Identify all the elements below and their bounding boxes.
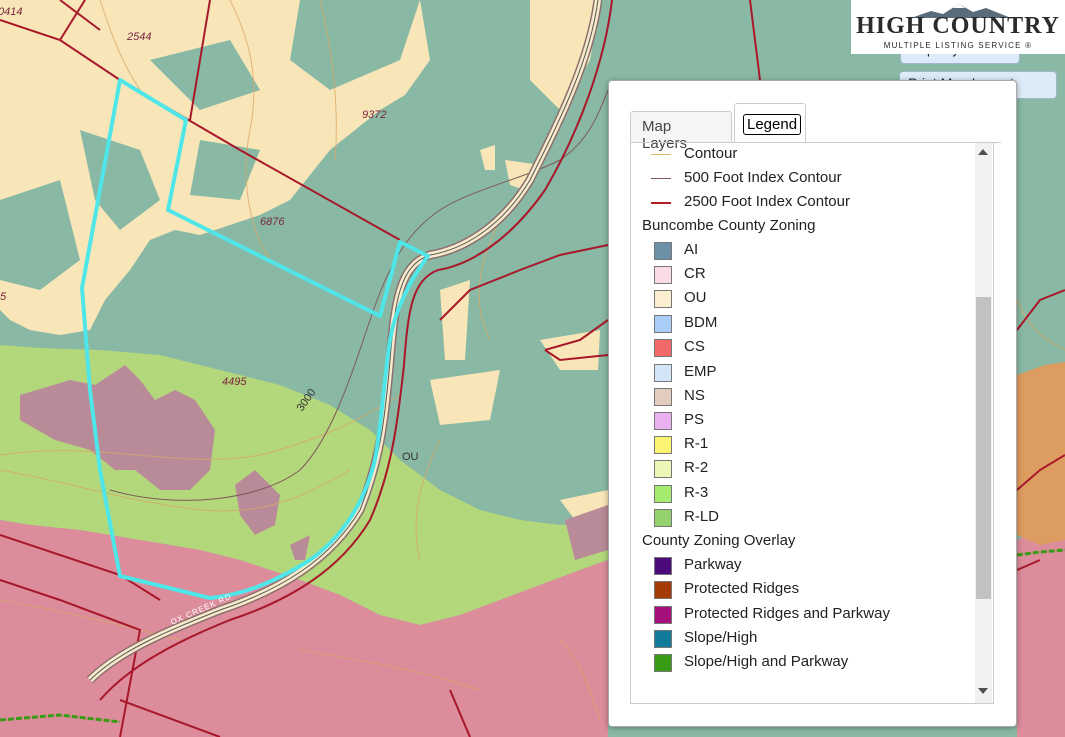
- legend-list-container[interactable]: Contour 500 Foot Index Contour 2500 Foot…: [630, 143, 994, 704]
- scroll-down-arrow-icon[interactable]: [978, 688, 988, 694]
- legend-item-label: R-1: [684, 435, 709, 452]
- legend-item-500-contour: 500 Foot Index Contour: [631, 167, 971, 191]
- scrollbar-thumb[interactable]: [976, 297, 991, 599]
- color-swatch: [654, 630, 672, 648]
- color-swatch: [654, 339, 672, 357]
- color-swatch: [654, 315, 672, 333]
- color-swatch: [654, 606, 672, 624]
- tab-map-layers[interactable]: Map Layers: [630, 111, 732, 152]
- legend-item-label: CS: [684, 338, 705, 355]
- parcel-label: 6876: [260, 216, 285, 228]
- legend-item-2500-contour: 2500 Foot Index Contour: [631, 191, 971, 215]
- legend-item-cr: CR: [631, 263, 971, 287]
- color-swatch: [654, 654, 672, 672]
- buncombe-zoning-header: Buncombe County Zoning: [642, 217, 816, 234]
- color-swatch: [654, 460, 672, 478]
- color-swatch: [654, 485, 672, 503]
- legend-item-slope-high-parkway: Slope/High and Parkway: [631, 651, 971, 675]
- legend-item-r3: R-3: [631, 482, 971, 506]
- ou-patch: [440, 280, 470, 360]
- parcel-label: 0414: [0, 6, 22, 18]
- legend-item-label: R-3: [684, 484, 709, 501]
- legend-item-label: Slope/High: [684, 629, 758, 646]
- legend-item-ps: PS: [631, 409, 971, 433]
- color-swatch: [654, 412, 672, 430]
- legend-item-ns: NS: [631, 385, 971, 409]
- legend-item-label: AI: [684, 241, 699, 258]
- legend-item-r2: R-2: [631, 457, 971, 481]
- legend-item-label: Protected Ridges and Parkway: [684, 605, 890, 622]
- parcel-label: 9372: [362, 109, 386, 121]
- legend-item-label: Parkway: [684, 556, 742, 573]
- color-swatch: [654, 290, 672, 308]
- legend-item-ou: OU: [631, 287, 971, 311]
- legend-item-rld: R-LD: [631, 506, 971, 530]
- legend-item-bdm: BDM: [631, 312, 971, 336]
- legend-item-label: BDM: [684, 314, 718, 331]
- legend-item-ai: AI: [631, 239, 971, 263]
- color-swatch: [654, 388, 672, 406]
- legend-item-cs: CS: [631, 336, 971, 360]
- parcel-label: 5: [0, 291, 7, 303]
- color-swatch: [654, 364, 672, 382]
- legend-item-label: Contour: [684, 145, 738, 162]
- map-legend-panel: Map Layers Legend Contour 500 Foot Index…: [608, 80, 1017, 727]
- contour-line-icon: [651, 154, 671, 155]
- color-swatch: [654, 581, 672, 599]
- legend-item-label: 500 Foot Index Contour: [684, 169, 842, 186]
- orange-zone-area: [1017, 362, 1065, 545]
- color-swatch: [654, 242, 672, 260]
- parcel-label: 2544: [126, 31, 151, 43]
- residential-zone-area: [1017, 525, 1065, 737]
- legend-item-protected-ridges-parkway: Protected Ridges and Parkway: [631, 603, 971, 627]
- color-swatch: [654, 436, 672, 454]
- color-swatch: [654, 266, 672, 284]
- legend-item-contour: Contour: [631, 143, 971, 167]
- major-contour-line-icon: [651, 202, 671, 204]
- legend-item-label: Slope/High and Parkway: [684, 653, 849, 670]
- legend-item-label: PS: [684, 411, 705, 428]
- color-swatch: [654, 557, 672, 575]
- zone-label: OU: [402, 451, 419, 463]
- legend-item-parkway: Parkway: [631, 554, 971, 578]
- high-country-mls-logo: HIGH COUNTRY MULTIPLE LISTING SERVICE ®: [851, 0, 1065, 54]
- legend-item-label: CR: [684, 265, 706, 282]
- legend-item-label: R-2: [684, 459, 709, 476]
- parcel-label: 4495: [222, 376, 247, 388]
- logo-subtitle: MULTIPLE LISTING SERVICE ®: [883, 41, 1033, 50]
- legend-item-label: 2500 Foot Index Contour: [684, 193, 850, 210]
- index-contour-line-icon: [651, 178, 671, 179]
- legend-scrollbar[interactable]: [975, 143, 992, 703]
- legend-item-label: EMP: [684, 363, 717, 380]
- legend-item-emp: EMP: [631, 361, 971, 385]
- legend-item-r1: R-1: [631, 433, 971, 457]
- legend-item-label: R-LD: [684, 508, 720, 525]
- legend-item-protected-ridges: Protected Ridges: [631, 578, 971, 602]
- tab-legend[interactable]: Legend: [734, 103, 806, 143]
- scroll-up-arrow-icon[interactable]: [978, 149, 988, 155]
- legend-item-label: NS: [684, 387, 705, 404]
- logo-title: HIGH COUNTRY: [856, 13, 1060, 39]
- legend-item-slope-high: Slope/High: [631, 627, 971, 651]
- zoning-overlay-header: County Zoning Overlay: [642, 532, 796, 549]
- tab-legend-label: Legend: [743, 114, 802, 135]
- legend-item-label: OU: [684, 289, 707, 306]
- panel-tabs: Map Layers Legend: [630, 101, 1000, 152]
- legend-item-label: Protected Ridges: [684, 580, 800, 597]
- color-swatch: [654, 509, 672, 527]
